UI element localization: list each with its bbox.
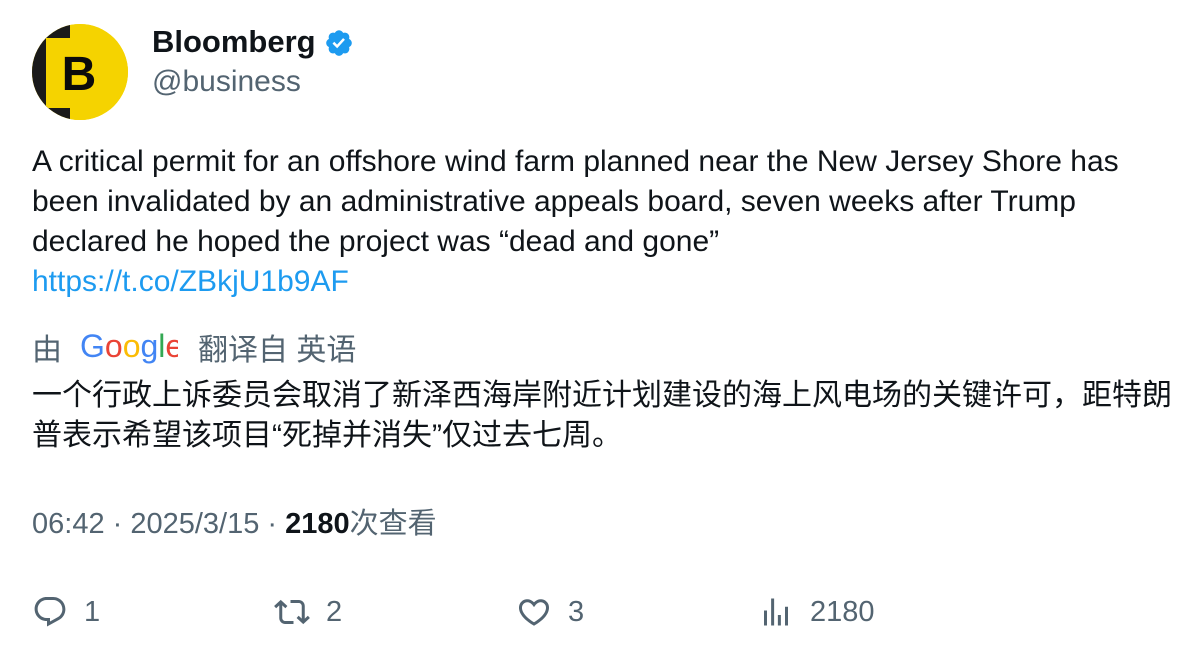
retweet-icon (274, 599, 310, 625)
tweet-metadata: 06:42 · 2025/3/15 · 2180次查看 (32, 504, 437, 544)
views-label: 次查看 (349, 508, 437, 540)
retweet-count: 2 (326, 596, 343, 628)
meta-separator: · (259, 508, 286, 540)
like-button[interactable]: 3 (516, 590, 584, 634)
translated-text: 一个行政上诉委员会取消了新泽西海岸附近计划建设的海上风电场的关键许可，距特朗普表… (32, 379, 1172, 452)
translated-by-label: 由 (32, 333, 62, 367)
reply-button[interactable]: 1 (32, 590, 100, 634)
reply-icon (34, 597, 66, 627)
verified-badge-icon (324, 28, 354, 58)
author-name-row[interactable]: Bloomberg (152, 22, 354, 62)
tweet-card: B Bloomberg @business A critical permit … (0, 0, 1196, 658)
retweet-button[interactable]: 2 (274, 590, 342, 634)
translated-from-label[interactable]: 翻译自 英语 (198, 331, 356, 371)
svg-text:Google: Google (80, 330, 178, 364)
views-action-count: 2180 (810, 596, 875, 628)
svg-text:B: B (62, 48, 97, 101)
action-bar: 1 2 3 2180 (32, 590, 1162, 634)
google-logo-icon: Google (80, 328, 183, 375)
meta-separator: · (104, 508, 131, 540)
views-count: 2180 (285, 508, 350, 540)
avatar[interactable]: B (32, 24, 128, 120)
reply-count: 1 (84, 596, 101, 628)
author-handle[interactable]: @business (152, 62, 301, 102)
tweet-date[interactable]: 2025/3/15 (130, 508, 259, 540)
bloomberg-logo-icon: B (32, 24, 128, 120)
tweet-text: A critical permit for an offshore wind f… (32, 145, 1127, 258)
tweet-body: A critical permit for an offshore wind f… (32, 142, 1162, 302)
analytics-icon (764, 598, 788, 626)
like-count: 3 (568, 596, 585, 628)
heart-icon (518, 599, 550, 626)
views-button[interactable]: 2180 (758, 590, 875, 634)
author-name: Bloomberg (152, 24, 316, 59)
tweet-link[interactable]: https://t.co/ZBkjU1b9AF (32, 265, 349, 298)
translation-attribution: 由 Google 翻译自 英语 (32, 326, 356, 375)
tweet-time[interactable]: 06:42 (32, 508, 105, 540)
